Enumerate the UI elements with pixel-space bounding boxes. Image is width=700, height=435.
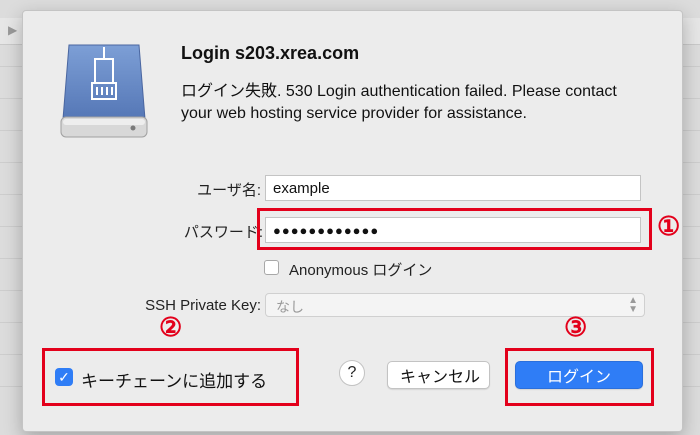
annotation-number-2: ② [159,312,183,342]
ssh-key-select[interactable]: なし ▲ ▼ [265,293,645,317]
network-drive-icon [59,41,149,141]
error-message: ログイン失敗. 530 Login authentication failed.… [181,83,617,122]
background-arrow-icon: ▶ [8,23,18,37]
username-label: ユーザ名: [197,182,261,199]
username-field[interactable]: example [265,175,641,201]
anonymous-checkbox[interactable] [264,260,279,275]
password-value: ●●●●●●●●●●●● [273,222,380,238]
annotation-number-3: ③ [564,312,588,342]
help-button[interactable]: ? [339,360,365,386]
keychain-checkbox[interactable]: ✓ [55,368,73,386]
password-field[interactable]: ●●●●●●●●●●●● [265,217,641,243]
help-button-label: ? [347,364,357,381]
login-button[interactable]: ログイン [515,361,643,389]
keychain-label: キーチェーンに追加する [81,372,268,391]
password-label: パスワード: [183,224,263,241]
up-down-chevron-icon: ▲ ▼ [628,295,638,315]
username-value: example [273,179,330,197]
ssh-key-value: なし [276,299,304,315]
dialog-title: Login s203.xrea.com [181,43,360,63]
anonymous-label: Anonymous ログイン [289,262,433,279]
login-dialog: Login s203.xrea.com ログイン失敗. 530 Login au… [22,10,683,432]
cancel-button-label: キャンセル [400,369,481,386]
annotation-number-1: ① [657,211,681,241]
checkmark-icon: ✓ [58,368,70,385]
login-button-label: ログイン [546,369,611,386]
cancel-button[interactable]: キャンセル [387,361,490,389]
